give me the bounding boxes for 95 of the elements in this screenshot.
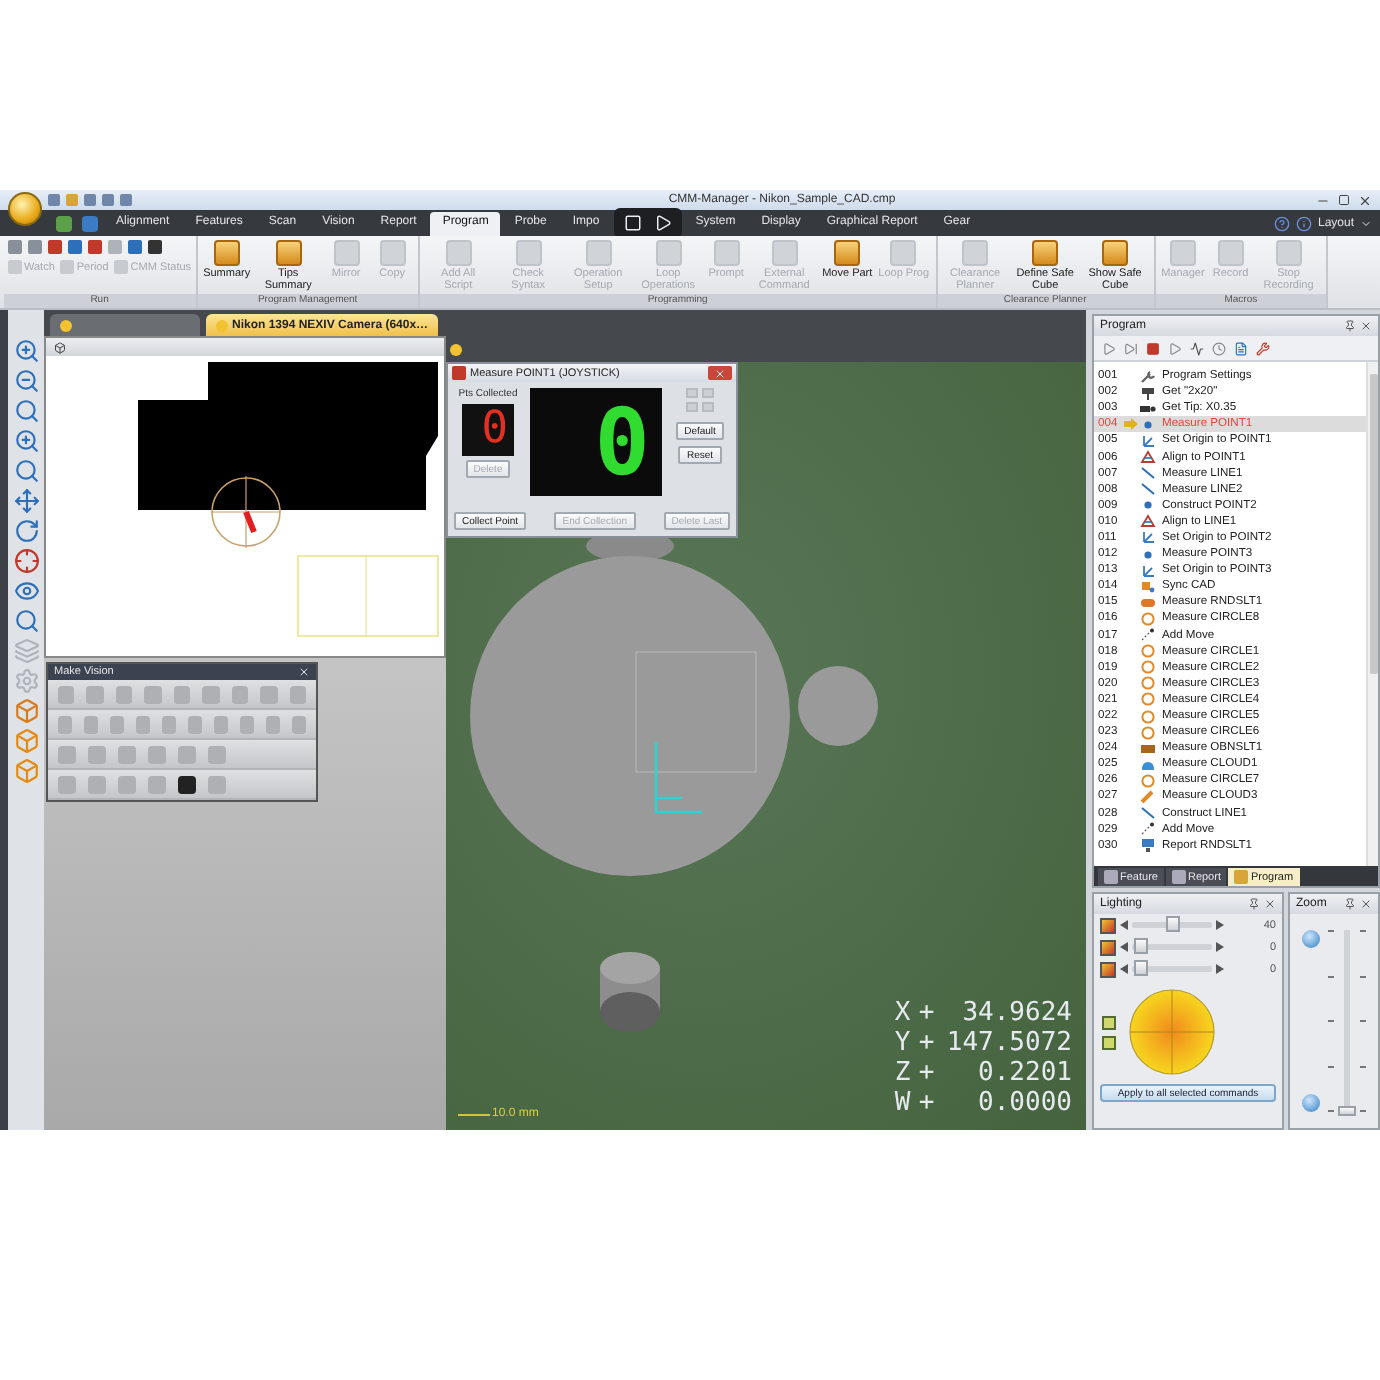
coordinate-value: 34.9624 [960, 998, 1072, 1028]
origin-icon [1140, 433, 1156, 448]
origin-icon [1140, 563, 1156, 578]
sync-icon [1140, 579, 1156, 594]
slot-icon [1140, 595, 1156, 610]
axis-label: Z [894, 1058, 913, 1088]
sign-label: + [918, 998, 937, 1028]
probe-icon [1140, 385, 1156, 400]
dialog-icon [452, 366, 466, 380]
digit-display: 0 [530, 388, 662, 496]
origin-icon [1140, 530, 1156, 545]
slider-thumb[interactable] [1134, 938, 1148, 954]
eye-icon[interactable] [13, 578, 39, 604]
pin-icon[interactable] [1248, 898, 1260, 910]
point-icon [1140, 417, 1156, 432]
zoom-out-icon[interactable] [13, 368, 39, 394]
cylinder-drawing [600, 952, 660, 1032]
close-button[interactable] [708, 366, 732, 380]
sign-label: + [918, 1088, 937, 1118]
probe-tip-icon [1140, 401, 1156, 416]
close-icon[interactable] [1358, 193, 1372, 207]
search-icon[interactable] [13, 608, 39, 634]
right-arrow-icon[interactable] [1216, 942, 1224, 952]
layers-icon[interactable] [13, 638, 39, 664]
current-step-icon [1124, 418, 1138, 431]
info-icon[interactable] [1295, 216, 1312, 232]
point-icon [1140, 547, 1156, 562]
box-icon[interactable] [13, 758, 39, 784]
left-arrow-icon[interactable] [1120, 942, 1128, 952]
wrench-icon [1140, 369, 1156, 384]
search-icon[interactable] [13, 458, 39, 484]
slider-thumb[interactable] [1338, 1106, 1356, 1116]
document-tab[interactable] [50, 314, 200, 336]
sign-label: + [918, 1058, 937, 1088]
close-icon[interactable] [1264, 898, 1276, 910]
coordinate-value: 0.2201 [976, 1058, 1072, 1088]
left-arrow-icon[interactable] [1120, 964, 1128, 974]
clock-icon[interactable] [1212, 341, 1226, 355]
align-icon [1140, 450, 1156, 465]
stop-icon[interactable] [1146, 341, 1160, 355]
align-icon [1140, 514, 1156, 529]
search-icon[interactable] [13, 398, 39, 424]
feature-outline [635, 651, 757, 773]
light-ring-drawing[interactable] [1128, 988, 1216, 1076]
small-disc-drawing [798, 666, 878, 746]
camera-icon [54, 341, 66, 353]
left-arrow-icon[interactable] [1120, 920, 1128, 930]
light-icon [1100, 939, 1116, 955]
coordinate-value: 147.5072 [946, 1028, 1072, 1058]
skip-icon[interactable] [1124, 341, 1138, 355]
zoom-in-button[interactable] [1302, 930, 1320, 948]
axis-label: X [894, 998, 913, 1028]
measurement-marker [654, 740, 704, 814]
move-icon[interactable] [13, 488, 39, 514]
light-icon [1100, 917, 1116, 933]
point-icon [1140, 498, 1156, 513]
circle-icon [1140, 611, 1156, 626]
caret-icon [1360, 218, 1372, 230]
box-icon[interactable] [13, 698, 39, 724]
box-icon[interactable] [13, 728, 39, 754]
move-icon [1140, 822, 1156, 837]
step-icon[interactable] [1190, 341, 1204, 355]
report-icon [1140, 838, 1156, 853]
axis-label: W [894, 1088, 913, 1118]
slider-thumb[interactable] [1166, 916, 1180, 932]
sign-label: + [918, 1028, 937, 1058]
crosshair-icon[interactable] [13, 548, 39, 574]
axis-label: Y [894, 1028, 913, 1058]
close-icon[interactable] [1360, 898, 1372, 910]
gear-icon[interactable] [13, 668, 39, 694]
close-icon[interactable] [1360, 320, 1372, 332]
wrench-icon[interactable] [1256, 341, 1270, 355]
line-icon [1140, 806, 1156, 821]
right-arrow-icon[interactable] [1216, 964, 1224, 974]
close-icon [714, 367, 726, 379]
window-icon[interactable] [623, 214, 642, 232]
maximize-icon[interactable] [1338, 193, 1350, 205]
point-count-display: 0 [462, 404, 514, 456]
zoom-in-icon[interactable] [13, 338, 39, 364]
move-icon [1140, 628, 1156, 643]
rotate-icon[interactable] [13, 518, 39, 544]
circle-icon [1140, 773, 1156, 788]
zoom-out-button[interactable] [1302, 1094, 1320, 1112]
help-icon[interactable] [1273, 216, 1290, 232]
pin-icon[interactable] [1344, 898, 1356, 910]
pin-icon[interactable] [1344, 320, 1356, 332]
light-icon [1100, 961, 1116, 977]
slot-icon [1140, 741, 1156, 756]
document-icon[interactable] [1234, 341, 1248, 355]
coordinate-value: 0.0000 [976, 1088, 1072, 1118]
zoom-in-icon[interactable] [13, 428, 39, 454]
dot-icon [450, 343, 462, 355]
slider-thumb[interactable] [1134, 960, 1148, 976]
right-arrow-icon[interactable] [1216, 920, 1224, 930]
scale-bar [458, 1113, 490, 1115]
